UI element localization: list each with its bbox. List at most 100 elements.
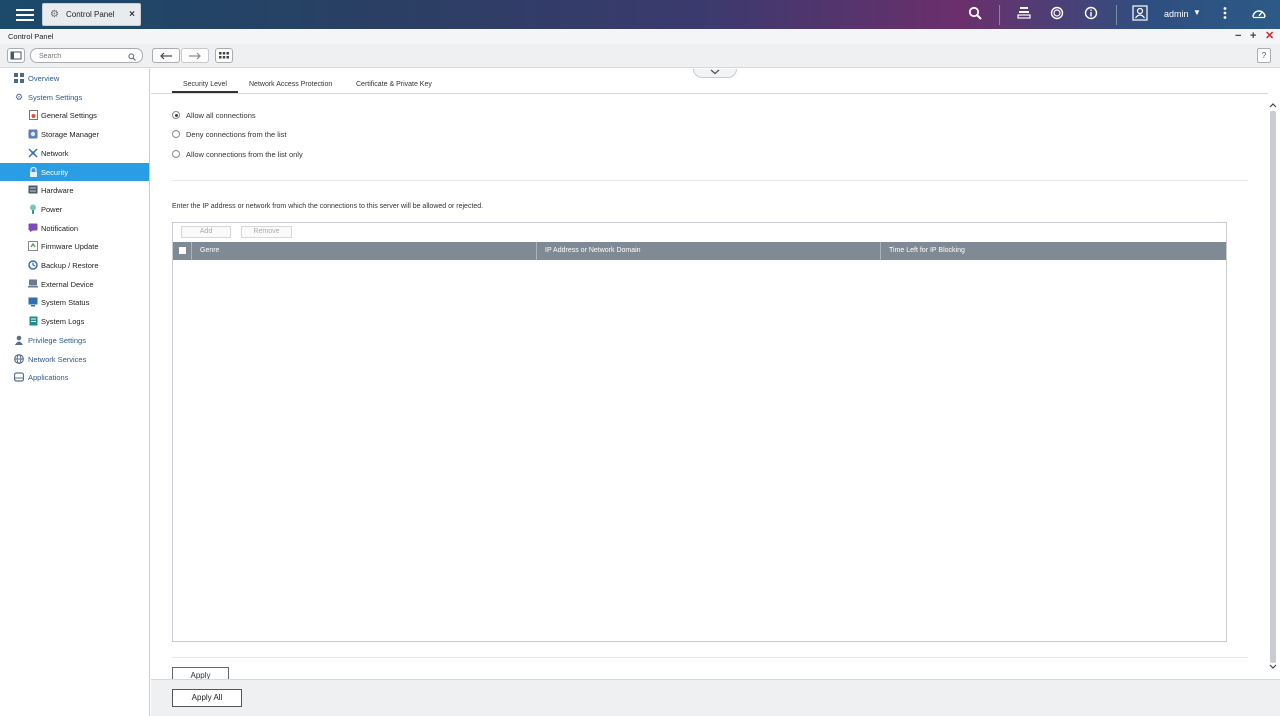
remove-button[interactable]: Remove — [241, 226, 292, 238]
sidebar-item-label: Network Services — [28, 355, 87, 364]
app-tab-label: Control Panel — [66, 10, 115, 19]
radio-button[interactable] — [172, 130, 180, 138]
scroll-up-icon[interactable] — [1268, 101, 1278, 111]
sidebar-item-overview[interactable]: Overview — [0, 69, 149, 87]
window-title: Control Panel — [8, 32, 54, 41]
external-device-icon — [28, 279, 38, 289]
table-header: Genre IP Address or Network Domain Time … — [173, 242, 1226, 260]
radio-button[interactable] — [172, 150, 180, 158]
add-button[interactable]: Add — [181, 226, 231, 238]
collapse-handle[interactable] — [693, 69, 737, 78]
sidebar-item-label: Privilege Settings — [28, 336, 86, 345]
backup-icon — [28, 260, 38, 270]
sidebar-item-applications[interactable]: Applications — [0, 368, 149, 386]
scroll-down-icon[interactable] — [1268, 662, 1278, 672]
select-all-cell — [173, 242, 192, 260]
sidebar-item-label: Security — [41, 168, 69, 177]
minimize-icon[interactable]: − — [1235, 30, 1241, 42]
sidebar-item-label: External Device — [41, 280, 94, 289]
radio-label: Allow all connections — [186, 111, 256, 120]
lock-icon — [28, 166, 38, 177]
sidebar-item-label: Backup / Restore — [41, 261, 99, 270]
storage-icon — [28, 129, 38, 139]
hardware-icon — [28, 185, 38, 195]
user-icon[interactable] — [1130, 5, 1150, 25]
radio-label: Allow connections from the list only — [186, 150, 303, 159]
sidebar: Overview ⚙ System Settings General Setti… — [0, 69, 150, 716]
sidebar-item-system-status[interactable]: System Status — [0, 293, 149, 311]
tab-network-access-protection[interactable]: Network Access Protection — [249, 81, 332, 93]
menu-icon[interactable] — [14, 6, 36, 23]
firmware-icon — [28, 241, 38, 251]
sidebar-item-backup-restore[interactable]: Backup / Restore — [0, 256, 149, 274]
search-icon[interactable] — [965, 5, 985, 25]
sidebar-item-security[interactable]: Security — [0, 163, 149, 181]
user-name[interactable]: admin — [1164, 9, 1189, 19]
sidebar-item-firmware-update[interactable]: Firmware Update — [0, 237, 149, 255]
search-field[interactable] — [30, 48, 143, 63]
close-window-icon[interactable]: ✕ — [1265, 30, 1274, 42]
system-status-icon — [28, 297, 38, 307]
main-panel: Security Level Network Access Protection… — [151, 69, 1280, 716]
scrollbar[interactable] — [1268, 99, 1278, 675]
sidebar-item-hardware[interactable]: Hardware — [0, 181, 149, 199]
close-icon[interactable]: × — [129, 9, 135, 20]
privilege-icon — [14, 335, 24, 345]
scrollbar-thumb[interactable] — [1270, 111, 1276, 663]
sidebar-item-label: Hardware — [41, 186, 74, 195]
radio-button[interactable] — [172, 111, 180, 119]
power-icon — [28, 204, 38, 214]
search-icon — [128, 50, 136, 63]
apply-button[interactable]: Apply — [172, 667, 229, 679]
app-tab-control-panel[interactable]: ⚙ Control Panel × — [42, 3, 141, 26]
sidebar-item-network[interactable]: Network — [0, 144, 149, 162]
section-divider — [172, 657, 1248, 658]
forward-button[interactable] — [181, 48, 209, 63]
sidebar-item-network-services[interactable]: Network Services — [0, 350, 149, 368]
info-icon[interactable] — [1081, 5, 1101, 25]
column-header-ip-address[interactable]: IP Address or Network Domain — [537, 242, 881, 260]
sidebar-item-label: System Settings — [28, 93, 83, 102]
sidebar-item-external-device[interactable]: External Device — [0, 275, 149, 293]
chevron-down-icon[interactable]: ▼ — [1193, 8, 1201, 17]
sidebar-item-storage-manager[interactable]: Storage Manager — [0, 125, 149, 143]
top-separator — [1116, 5, 1117, 25]
sync-icon[interactable] — [1047, 5, 1067, 25]
sidebar-item-general-settings[interactable]: General Settings — [0, 106, 149, 124]
tab-certificate-private-key[interactable]: Certificate & Private Key — [356, 81, 432, 93]
grid-view-button[interactable] — [215, 48, 233, 63]
sidebar-item-label: Power — [41, 205, 63, 214]
tab-security-level[interactable]: Security Level — [172, 81, 238, 93]
sidebar-item-power[interactable]: Power — [0, 200, 149, 218]
dashboard-icon[interactable] — [1249, 5, 1269, 25]
sidebar-item-privilege-settings[interactable]: Privilege Settings — [0, 331, 149, 349]
sidebar-item-label: System Status — [41, 298, 90, 307]
column-header-genre[interactable]: Genre — [192, 242, 537, 260]
sidebar-item-system-settings[interactable]: ⚙ System Settings — [0, 88, 149, 106]
system-logs-icon — [28, 316, 38, 326]
notification-icon — [28, 223, 38, 233]
overview-icon — [14, 73, 24, 83]
sidebar-toggle-button[interactable] — [7, 48, 25, 63]
settings-icon: ⚙ — [14, 92, 24, 102]
sidebar-item-label: Applications — [28, 373, 69, 382]
section-divider — [172, 180, 1248, 181]
sidebar-item-label: Storage Manager — [41, 130, 99, 139]
sidebar-item-notification[interactable]: Notification — [0, 219, 149, 237]
back-button[interactable] — [152, 48, 180, 63]
toolbar: ? — [0, 44, 1280, 68]
maximize-icon[interactable]: + — [1250, 30, 1256, 42]
applications-icon — [13, 372, 25, 382]
sidebar-item-system-logs[interactable]: System Logs — [0, 312, 149, 330]
tab-divider — [151, 93, 1268, 94]
stack-icon[interactable] — [1014, 5, 1034, 25]
top-separator — [999, 5, 1000, 25]
top-bar: ⚙ Control Panel × admin ▼ — [0, 0, 1280, 29]
apply-all-button[interactable]: Apply All — [172, 689, 242, 707]
network-icon — [28, 148, 38, 158]
search-input[interactable] — [39, 51, 127, 61]
column-header-time-left[interactable]: Time Left for IP Blocking — [881, 242, 1226, 260]
help-button[interactable]: ? — [1257, 48, 1271, 63]
more-icon[interactable] — [1215, 5, 1235, 25]
select-all-checkbox[interactable] — [179, 247, 186, 254]
